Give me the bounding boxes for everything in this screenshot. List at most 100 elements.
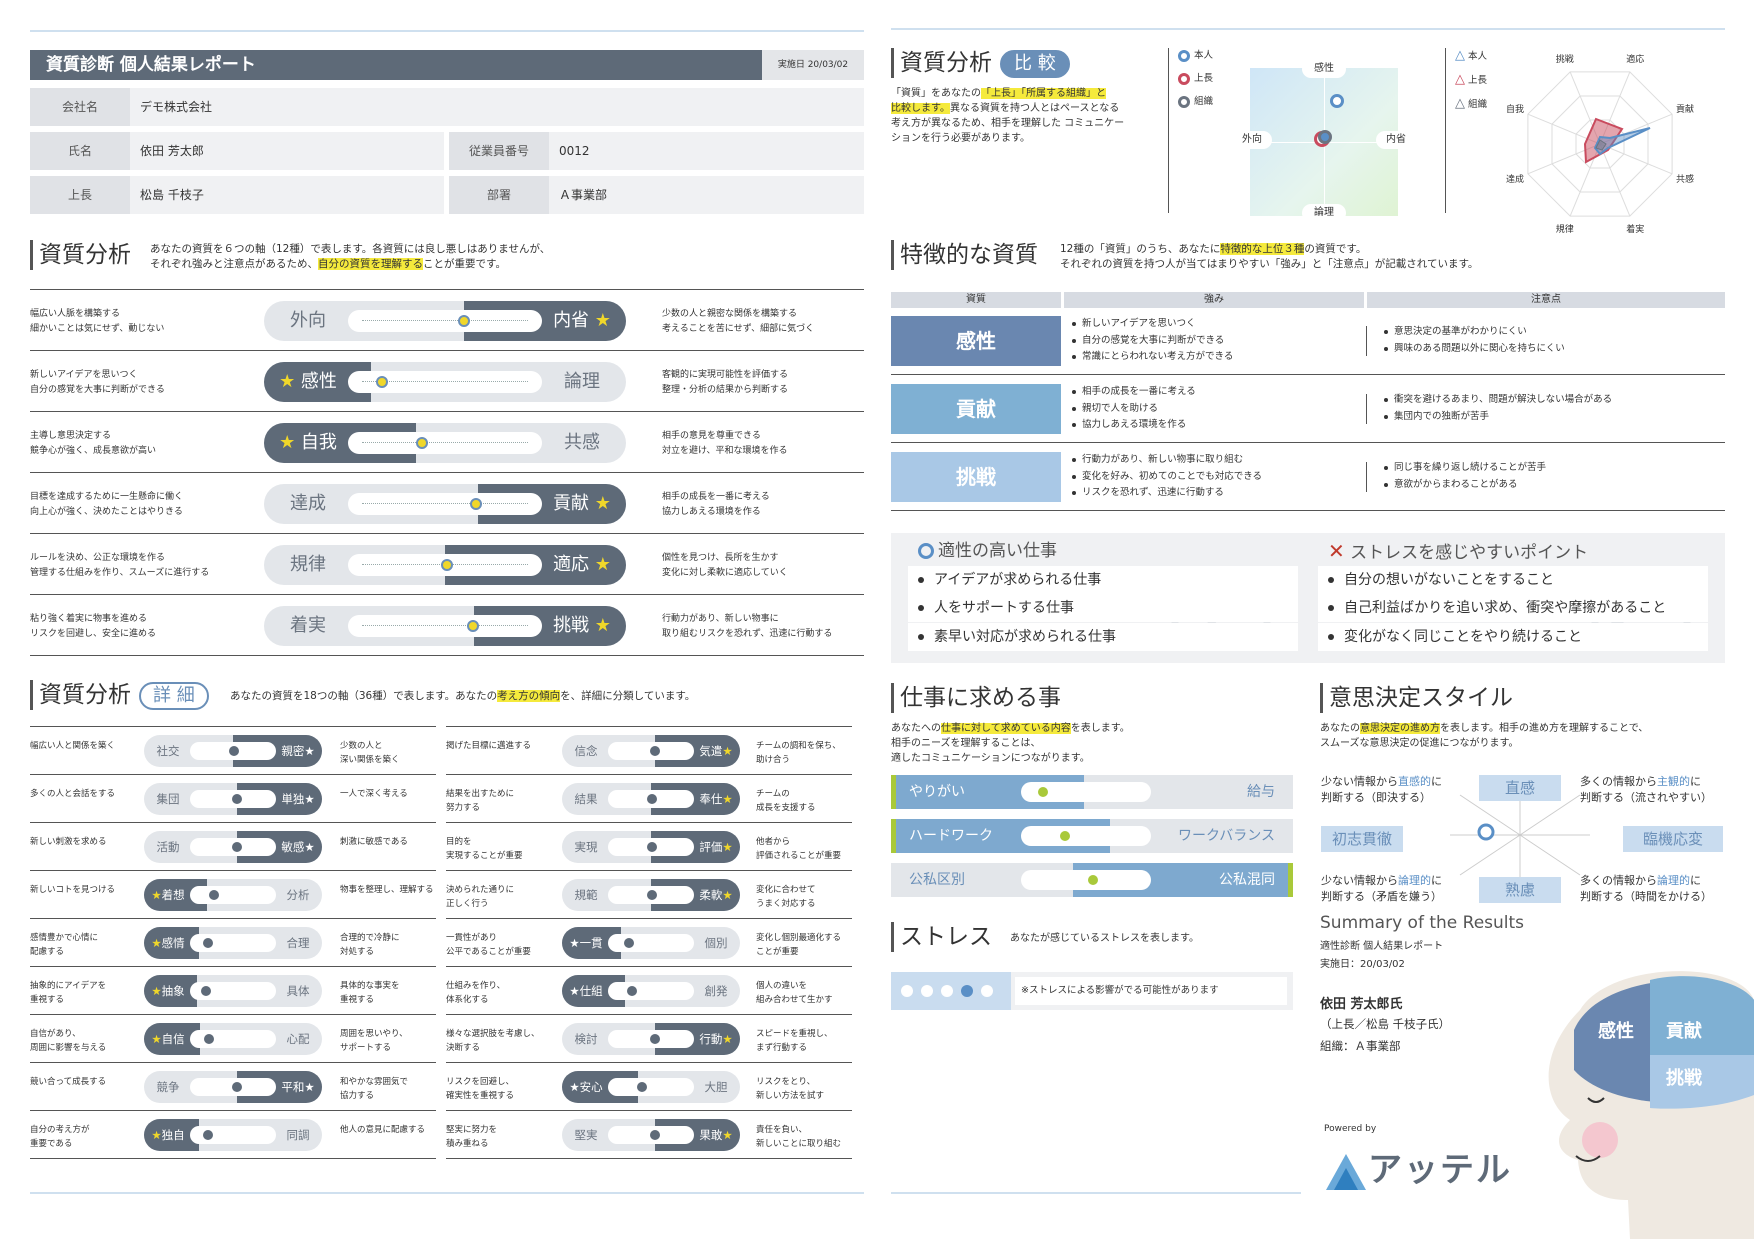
slider-left-label: 規律	[268, 545, 348, 585]
left-desc-line: 決断する	[446, 1043, 481, 1053]
left-desc-line: 幅広い人と関係を築く	[30, 741, 116, 751]
left-desc-line: 決められた通りに	[446, 885, 515, 895]
slider-track	[608, 1030, 694, 1048]
head-illustration	[1548, 971, 1754, 1239]
right-desc-line: 一人で深く考える	[340, 789, 408, 799]
work-title: 仕事に求める事	[891, 683, 1061, 713]
slider-left-text: 結果	[574, 792, 598, 806]
slider-right-label: 奉仕★	[694, 783, 738, 815]
detail-row: 結果を出すために 努力する チームの 成長を支援する 結果 奉仕★	[446, 775, 852, 823]
top-rule-left	[30, 30, 864, 32]
detail-row: 様々な選択肢を考慮し、 決断する スピードを重視し、 まず行動する 検討 行動★	[446, 1015, 852, 1063]
decision-d1b: を表します。相手の進め方を理解することで、	[1440, 723, 1649, 734]
left-desc-line: 正しく行う	[446, 899, 489, 909]
left-desc: 多くの人と会話をする	[30, 787, 150, 801]
trait-separator	[1366, 462, 1367, 492]
radar-label: 規律	[1556, 223, 1574, 235]
trait-cautions: 同じ事を繰り返し続けることが苦手 意欲がからまわることがある	[1382, 460, 1546, 493]
slider-left-label: 規範	[564, 879, 608, 911]
slider-right-text: 分析	[286, 888, 310, 902]
caution-item: 同じ事を繰り返し続けることが苦手	[1382, 460, 1546, 477]
left-desc: 粘り強く着実に物事を進める リスクを回避し、安全に進める	[30, 612, 260, 642]
analysis-desc-line2: それぞれ強みと注意点があるため、自分の資質を理解することが重要です。	[150, 257, 550, 272]
left-desc-line: 積み重ねる	[446, 1139, 489, 1149]
left-desc-line: 抽象的にアイデアを	[30, 981, 107, 991]
left-desc-line: 自分の考え方が	[30, 1125, 90, 1135]
slider-marker	[202, 938, 213, 948]
slider-right-label: 合理	[276, 927, 320, 959]
detail-row: 一貫性があり 公平であることが重要 変化し個別最適化する ことが重要 ★一貫 個別	[446, 919, 852, 967]
detail-row: 抽象的にアイデアを 重視する 具体的な事実を 重視する ★抽象 具体	[30, 967, 436, 1015]
right-desc: チームの 成長を支援する	[756, 787, 876, 815]
star-icon: ★	[569, 1080, 580, 1094]
trait-cautions: 意思決定の基準がわかりにくい 興味のある問題以外に関心を持ちにくい	[1382, 324, 1565, 357]
left-desc: 主導し意思決定する 競争心が強く、成長意欲が高い	[30, 429, 260, 459]
good-job-item: アイデアが求められる仕事	[908, 566, 1298, 594]
bottom-rule-left	[30, 1192, 864, 1194]
right-desc-line: リスクをとり、	[756, 1077, 816, 1087]
compare-pill: 比 較	[1000, 49, 1070, 78]
star-icon: ★	[722, 1128, 733, 1142]
slider-left-label: ★自信	[146, 1023, 190, 1055]
brand-text: アッテル	[1368, 1150, 1512, 1190]
left-desc: 目的を 実現することが重要	[446, 835, 566, 863]
work-right-label: 給与	[1247, 784, 1275, 800]
slider-marker	[202, 1130, 213, 1140]
analysis-desc-line1: あなたの資質を６つの軸（12種）で表します。各資質には良し悪しはありませんが、	[150, 243, 551, 255]
left-desc: 自信があり、 周囲に影響を与える	[30, 1027, 150, 1055]
right-desc-line: 物事を整理し、理解する	[340, 885, 434, 895]
slider-track	[190, 1126, 276, 1144]
slider-marker	[376, 376, 389, 388]
strength-item: 相手の成長を一番に考える	[1070, 384, 1196, 401]
star-icon: ★	[304, 792, 315, 806]
right-desc-line: ことが重要	[756, 947, 799, 957]
right-desc-line: 和やかな雰囲気で	[340, 1077, 409, 1087]
traits-d2: それぞれの資質を持つ人が当てはまりやすい「強み」と「注意点」が記載されています。	[1060, 258, 1479, 270]
radar-label: 貢献	[1676, 103, 1694, 115]
slider-right-label: 柔軟★	[694, 879, 738, 911]
slider-left-label: 着実	[268, 606, 348, 646]
slider-right-text: 親密	[281, 744, 305, 758]
compare-divider-2	[1445, 48, 1446, 213]
axis-slider: ★一貫 個別	[562, 927, 740, 959]
left-desc: 仕組みを作り、 体系化する	[446, 979, 566, 1007]
trait-strengths: 行動力があり、新しい物事に取り組む 変化を好み、初めてのことでも対応できる リスクを…	[1070, 452, 1262, 502]
analysis-row: 幅広い人脈を構築する 細かいことは気にせず、動じない 少数の人と親密な関係を構築する…	[30, 290, 864, 351]
slider-marker	[1038, 787, 1048, 797]
legend-self: 本人	[1178, 44, 1213, 67]
slider-left-label: 社交	[146, 735, 190, 767]
compare-d4: ションを行う必要があります。	[891, 133, 1030, 144]
axis-slider: 達成 貢献 ★	[264, 484, 626, 524]
axis-slider: 集団 単独★	[144, 783, 322, 815]
decision-tl1a: 少ない情報から	[1321, 775, 1398, 788]
legend2-boss-icon: △	[1455, 72, 1465, 87]
right-desc: 周囲を思いやり、 サポートする	[340, 1027, 460, 1055]
slider-right-label: 挑戦 ★	[542, 606, 622, 646]
star-icon: ★	[279, 371, 301, 392]
stress-points-title-text: ストレスを感じやすいポイント	[1350, 543, 1589, 563]
radar-chart: 挑戦 適応貢献共感着実 規律 達成 自我	[1506, 53, 1694, 235]
decision-tl2: 判断する（即決する）	[1321, 791, 1431, 804]
left-desc: 競い合って成長する	[30, 1075, 150, 1089]
left-desc: 新しいコトを見つける	[30, 883, 150, 897]
detail-row: 新しい刺激を求める 刺激に敏感である 活動 敏感★	[30, 823, 436, 871]
cross-icon: ✕	[1328, 539, 1345, 563]
slider-right-label: 具体	[276, 975, 320, 1007]
slider-marker	[637, 1082, 648, 1092]
slider-left-text: 堅実	[574, 1128, 598, 1142]
slider-track	[608, 934, 694, 952]
slider-left-text: 感性	[300, 371, 337, 392]
slider-left-text: 検討	[574, 1032, 598, 1046]
right-desc: 少数の人と 深い関係を築く	[340, 739, 460, 767]
slider-left-text: 規律	[290, 554, 326, 575]
stress-title: ストレス	[891, 922, 992, 952]
slider-track	[190, 838, 276, 856]
slider-right-text: 平和	[281, 1080, 305, 1094]
slider-marker	[441, 559, 453, 571]
summary-boss: （上長／松島 千枝子氏）	[1320, 1017, 1451, 1031]
slider-left-text: 自我	[300, 432, 337, 453]
slider-right-label: 創発	[694, 975, 738, 1007]
star-icon: ★	[304, 840, 315, 854]
slider-right-label: 論理	[542, 362, 622, 402]
slider-right-label: 内省 ★	[542, 301, 622, 341]
